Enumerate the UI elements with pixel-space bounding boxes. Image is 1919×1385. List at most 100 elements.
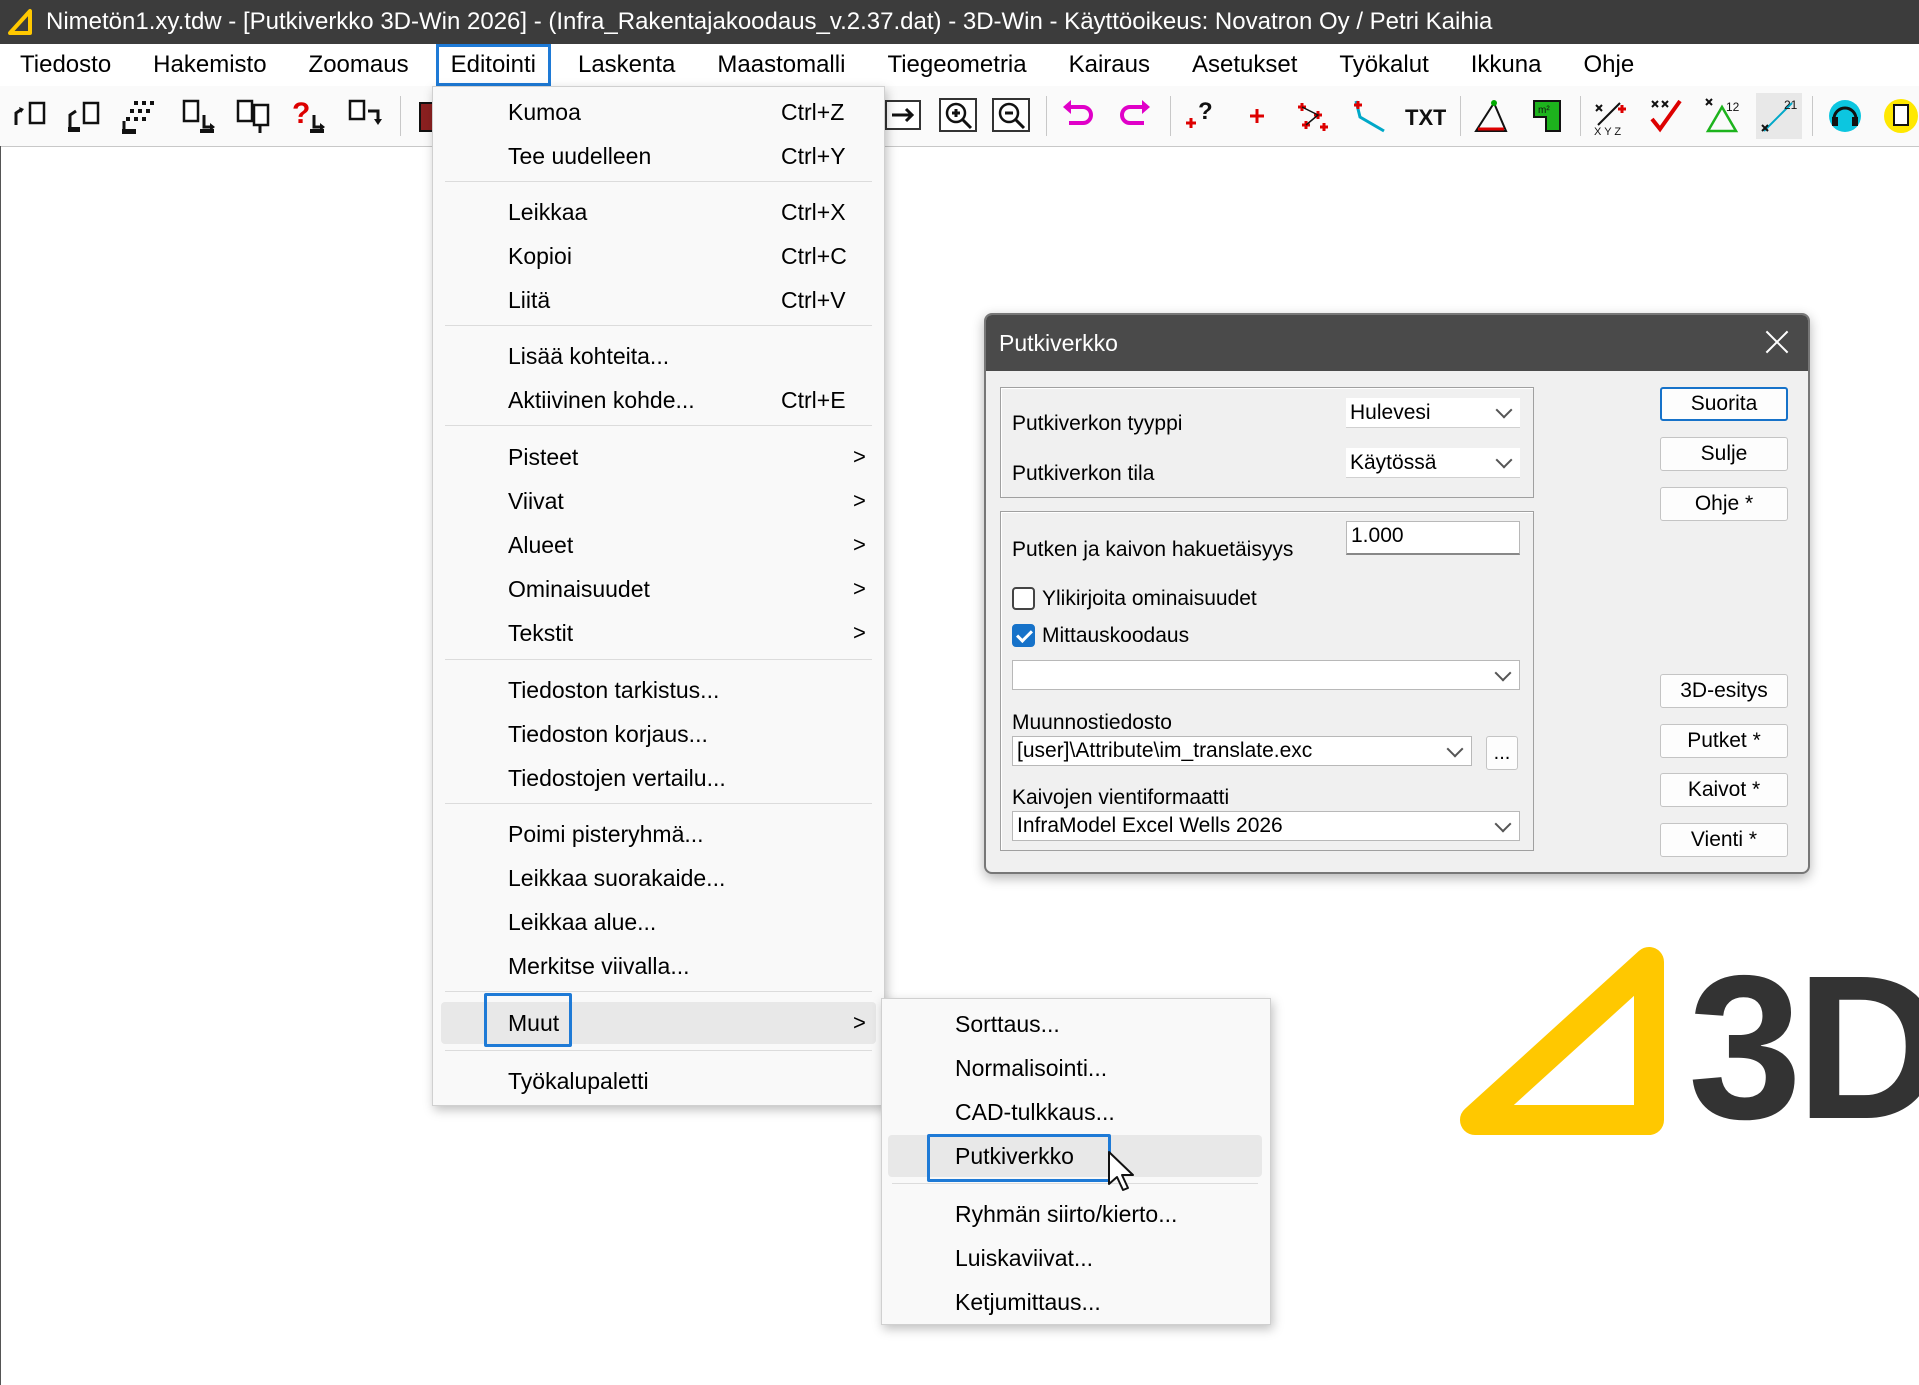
menu-tiedosto[interactable]: Tiedosto (8, 47, 123, 83)
save-file-icon[interactable] (176, 93, 222, 139)
point-group-icon[interactable] (118, 93, 164, 139)
wells-format-select[interactable]: InfraModel Excel Wells 2026 (1012, 811, 1520, 841)
menu-item-lisaa-kohteita[interactable]: Lisää kohteita... (441, 335, 876, 377)
save-as-icon[interactable] (232, 93, 278, 139)
chevron-right-icon: > (853, 532, 866, 557)
menu-item-pisteet[interactable]: Pisteet > (441, 436, 876, 478)
menu-separator (445, 181, 872, 182)
menu-separator (445, 325, 872, 326)
chevron-down-icon (1495, 401, 1513, 419)
translation-file-select[interactable]: [user]\Attribute\im_translate.exc (1012, 736, 1472, 766)
menu-item-leikkaa-alue[interactable]: Leikkaa alue... (441, 901, 876, 943)
menu-editointi[interactable]: Editointi (435, 44, 551, 86)
dialog-title: Putkiverkko (999, 329, 1118, 356)
menu-tyokalut[interactable]: Työkalut (1327, 47, 1440, 83)
network-type-select[interactable]: Hulevesi (1346, 398, 1520, 428)
menu-item-leikkaa[interactable]: Leikkaa Ctrl+X (441, 191, 876, 233)
support-icon[interactable] (1822, 93, 1868, 139)
window-title: Nimetön1.xy.tdw - [Putkiverkko 3D-Win 20… (46, 8, 1493, 35)
menu-item-liita[interactable]: Liitä Ctrl+V (441, 279, 876, 321)
wells-format-label: Kaivojen vientiformaatti (1012, 786, 1230, 809)
check-points-icon[interactable] (1644, 93, 1690, 139)
menu-zoomaus[interactable]: Zoomaus (297, 47, 421, 83)
menu-item-viivat[interactable]: Viivat > (441, 480, 876, 522)
submenu-item-luiskaviivat[interactable]: Luiskaviivat... (888, 1237, 1262, 1279)
close-button[interactable]: Sulje (1660, 437, 1788, 471)
menu-kairaus[interactable]: Kairaus (1057, 47, 1162, 83)
menu-item-tyokalupaletti[interactable]: Työkalupaletti (441, 1060, 876, 1102)
brand-logo-text: 3D (1688, 933, 1919, 1162)
browse-button[interactable]: ... (1486, 736, 1518, 770)
menu-tiegeometria[interactable]: Tiegeometria (875, 47, 1038, 83)
menu-item-kopioi[interactable]: Kopioi Ctrl+C (441, 235, 876, 277)
menu-item-alueet[interactable]: Alueet > (441, 524, 876, 566)
point-numbering-icon[interactable]: 21 (1756, 93, 1802, 139)
note-icon[interactable] (1878, 93, 1919, 139)
muut-highlight (484, 993, 572, 1047)
run-button[interactable]: Suorita (1660, 387, 1788, 421)
menu-item-tiedoston-korjaus[interactable]: Tiedoston korjaus... (441, 713, 876, 755)
menu-item-ominaisuudet[interactable]: Ominaisuudet > (441, 568, 876, 610)
submenu-item-sorttaus[interactable]: Sorttaus... (888, 1003, 1262, 1045)
pan-right-icon[interactable] (880, 93, 926, 139)
chevron-down-icon (1446, 740, 1464, 758)
zoom-out-icon[interactable] (988, 93, 1034, 139)
export-button[interactable]: Vienti * (1660, 823, 1788, 857)
menu-item-merkitse-viivalla[interactable]: Merkitse viivalla... (441, 945, 876, 987)
network-type-value: Hulevesi (1350, 400, 1431, 424)
chevron-right-icon: > (853, 1010, 866, 1035)
search-distance-input[interactable]: 1.000 (1346, 521, 1520, 555)
menu-separator (445, 425, 872, 426)
view-3d-button[interactable]: 3D-esitys (1660, 674, 1788, 708)
menu-item-poimi-pisteryhma[interactable]: Poimi pisteryhmä... (441, 813, 876, 855)
translation-file-label: Muunnostiedosto (1012, 711, 1172, 734)
point-query-icon[interactable]: ? (1178, 93, 1224, 139)
menu-hakemisto[interactable]: Hakemisto (141, 47, 278, 83)
close-icon[interactable] (1764, 329, 1790, 355)
add-points-icon[interactable] (1290, 93, 1336, 139)
wells-button[interactable]: Kaivot * (1660, 773, 1788, 807)
menu-asetukset[interactable]: Asetukset (1180, 47, 1309, 83)
coding-checkbox[interactable] (1012, 624, 1035, 647)
svg-text:?: ? (292, 97, 310, 130)
area-icon[interactable]: m² (1524, 93, 1570, 139)
menu-item-kumoa[interactable]: Kumoa Ctrl+Z (441, 91, 876, 133)
redo-icon[interactable] (1112, 93, 1158, 139)
menu-ohje[interactable]: Ohje (1571, 47, 1646, 83)
query-save-icon[interactable]: ? (288, 93, 334, 139)
menu-item-leikkaa-suorakaide[interactable]: Leikkaa suorakaide... (441, 857, 876, 899)
menu-item-tekstit[interactable]: Tekstit > (441, 612, 876, 654)
overwrite-checkbox[interactable] (1012, 587, 1035, 610)
coding-select[interactable] (1012, 660, 1520, 690)
menu-separator (445, 1050, 872, 1051)
line-tool-icon[interactable] (1346, 93, 1392, 139)
menu-item-aktiivinen-kohde[interactable]: Aktiivinen kohde... Ctrl+E (441, 379, 876, 421)
menu-ikkuna[interactable]: Ikkuna (1459, 47, 1554, 83)
zoom-in-icon[interactable] (935, 93, 981, 139)
export-file-icon[interactable] (342, 93, 388, 139)
menu-item-tiedoston-tarkistus[interactable]: Tiedoston tarkistus... (441, 669, 876, 711)
menu-maastomalli[interactable]: Maastomalli (705, 47, 857, 83)
menu-item-tiedostojen-vertailu[interactable]: Tiedostojen vertailu... (441, 757, 876, 799)
open-file-icon[interactable] (8, 93, 54, 139)
network-state-select[interactable]: Käytössä (1346, 448, 1520, 478)
triangle-numbering-icon[interactable]: 12 (1700, 93, 1746, 139)
add-point-icon[interactable] (1234, 93, 1280, 139)
open-file-alt-icon[interactable] (62, 93, 108, 139)
submenu-item-ketjumittaus[interactable]: Ketjumittaus... (888, 1281, 1262, 1323)
network-state-value: Käytössä (1350, 450, 1437, 474)
submenu-item-cad-tulkkaus[interactable]: CAD-tulkkaus... (888, 1091, 1262, 1133)
xyz-coord-icon[interactable]: X Y Z (1588, 93, 1634, 139)
undo-icon[interactable] (1055, 93, 1101, 139)
menu-separator (445, 659, 872, 660)
text-tool-icon[interactable]: TXT (1402, 93, 1448, 139)
measure-angle-icon[interactable] (1468, 93, 1514, 139)
submenu-item-normalisointi[interactable]: Normalisointi... (888, 1047, 1262, 1089)
svg-text:21: 21 (1784, 98, 1798, 112)
svg-text:m²: m² (1538, 105, 1550, 116)
help-button[interactable]: Ohje * (1660, 487, 1788, 521)
pipes-button[interactable]: Putket * (1660, 724, 1788, 758)
submenu-item-ryhman-siirto[interactable]: Ryhmän siirto/kierto... (888, 1193, 1262, 1235)
menu-laskenta[interactable]: Laskenta (566, 47, 687, 83)
menu-item-tee-uudelleen[interactable]: Tee uudelleen Ctrl+Y (441, 135, 876, 177)
